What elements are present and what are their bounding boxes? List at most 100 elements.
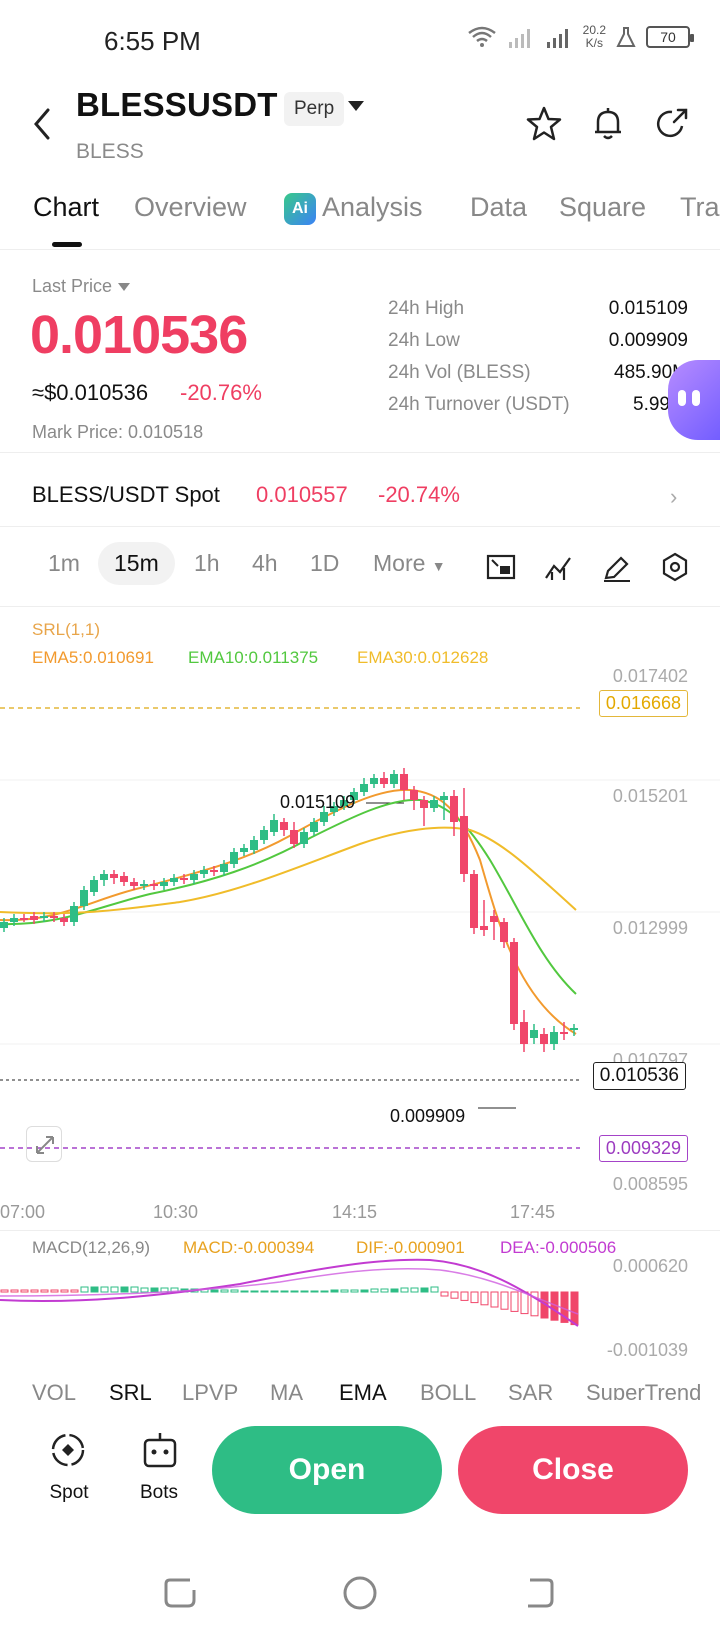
caret-down-icon: [118, 283, 131, 292]
lower-level-tag: 0.009329: [598, 1135, 688, 1162]
macd-bar: [300, 1290, 309, 1293]
mark-price: Mark Price: 0.010518: [32, 422, 204, 442]
high-marker-label: 0.015109: [280, 792, 356, 812]
symbol-dropdown-icon[interactable]: [348, 101, 364, 111]
stat-turnover-value: 5.99: [633, 394, 670, 415]
macd-bar: [520, 1291, 529, 1315]
home-icon[interactable]: [343, 1576, 377, 1610]
back-nav-icon[interactable]: [528, 1578, 554, 1608]
usd-price: ≈$0.010536: [32, 380, 149, 405]
spot-label[interactable]: Spot: [40, 1482, 98, 1504]
macd-bar: [130, 1286, 139, 1293]
stat-low-value: 0.009909: [608, 330, 688, 351]
tab-trade[interactable]: Tra: [680, 192, 720, 223]
indicator-strip: VOL SRL LPVP MA EMA BOLL SAR SuperTrend: [0, 1366, 720, 1400]
bots-icon[interactable]: [140, 1430, 180, 1470]
system-nav-bar: [164, 1576, 554, 1610]
recents-icon[interactable]: [164, 1578, 196, 1608]
last-price-label[interactable]: Last Price: [32, 276, 131, 297]
x-tick: 17:45: [510, 1202, 556, 1222]
macd-bar: [510, 1291, 519, 1312]
candle: [520, 1010, 528, 1052]
open-button[interactable]: Open: [212, 1426, 442, 1514]
fullscreen-chart-icon[interactable]: [486, 554, 516, 582]
back-arrow-icon[interactable]: [28, 104, 58, 144]
macd-bar: [400, 1287, 409, 1293]
tf-4h[interactable]: 4h: [252, 550, 278, 577]
ind-vol[interactable]: VOL: [32, 1380, 76, 1400]
macd-bar: [20, 1289, 29, 1293]
macd-bar: [390, 1288, 399, 1293]
signal-icon-1: [508, 29, 530, 48]
candle: [240, 844, 248, 856]
macd-bar: [0, 1289, 9, 1293]
symbol-title[interactable]: BLESSUSDT: [76, 86, 278, 124]
tf-15m[interactable]: 15m: [98, 542, 175, 585]
candle: [300, 828, 308, 848]
spot-icon[interactable]: [48, 1430, 88, 1470]
tab-overview[interactable]: Overview: [134, 192, 247, 223]
star-icon[interactable]: [524, 104, 564, 144]
ind-ema[interactable]: EMA: [339, 1380, 387, 1400]
price-change: -20.76%: [180, 380, 262, 405]
macd-bar: [270, 1290, 279, 1293]
spot-pair-label[interactable]: BLESS/USDT Spot: [32, 482, 220, 508]
ind-lpvp[interactable]: LPVP: [182, 1380, 238, 1400]
tab-chart[interactable]: Chart: [33, 192, 99, 223]
indicator-icon[interactable]: [544, 554, 574, 582]
candle: [370, 774, 378, 788]
tab-square[interactable]: Square: [559, 192, 646, 223]
x-tick: 10:30: [153, 1202, 199, 1222]
ind-supertrend[interactable]: SuperTrend: [586, 1380, 701, 1400]
tf-more[interactable]: More ▼: [373, 550, 446, 577]
expand-chart-button[interactable]: [26, 1126, 62, 1162]
macd-bar: [260, 1290, 269, 1293]
candle: [550, 1026, 558, 1050]
macd-bar: [350, 1289, 359, 1293]
divider: [0, 526, 720, 527]
tab-analysis[interactable]: Ai Analysis: [284, 192, 423, 225]
candle: [230, 848, 238, 868]
tab-data[interactable]: Data: [470, 192, 527, 223]
perp-badge[interactable]: Perp: [284, 92, 345, 126]
chevron-right-icon[interactable]: ›: [670, 484, 677, 510]
tf-1m[interactable]: 1m: [48, 550, 80, 577]
tab-bar: Chart Overview Ai Analysis Data Square Tr…: [0, 174, 720, 250]
bell-icon[interactable]: [588, 104, 628, 144]
macd-bar: [50, 1289, 59, 1293]
srl-label: SRL(1,1): [32, 620, 101, 639]
macd-bar: [330, 1289, 339, 1293]
assistant-bubble[interactable]: [668, 360, 720, 440]
candle: [570, 1024, 578, 1036]
candle: [480, 900, 488, 936]
macd-title: MACD(12,26,9): [32, 1238, 151, 1257]
ind-ma[interactable]: MA: [270, 1380, 303, 1400]
dif-value: DIF:-0.000901: [356, 1238, 465, 1257]
bots-label[interactable]: Bots: [130, 1482, 188, 1504]
macd-bar: [70, 1289, 79, 1293]
macd-bar: [150, 1287, 159, 1293]
macd-bar: [380, 1288, 389, 1293]
tf-1d[interactable]: 1D: [310, 550, 339, 577]
candle: [270, 814, 278, 836]
macd-bar: [570, 1291, 579, 1326]
ind-sar[interactable]: SAR: [508, 1380, 553, 1400]
settings-gear-icon[interactable]: [660, 552, 690, 582]
upper-level-tag: 0.016668: [598, 690, 688, 717]
macd-bar: [110, 1286, 119, 1293]
ind-boll[interactable]: BOLL: [420, 1380, 476, 1400]
divider: [0, 452, 720, 453]
net-speed: 20.2 K/s: [582, 23, 606, 50]
ind-srl[interactable]: SRL: [109, 1380, 152, 1400]
y-tick: 0.017402: [612, 666, 688, 686]
draw-pencil-icon[interactable]: [602, 554, 632, 582]
wifi-icon: [467, 26, 496, 47]
close-button[interactable]: Close: [458, 1426, 688, 1514]
candle: [60, 914, 68, 926]
tf-1h[interactable]: 1h: [194, 550, 220, 577]
macd-bar: [310, 1290, 319, 1293]
candle: [90, 876, 98, 896]
macd-bar: [340, 1289, 349, 1293]
share-icon[interactable]: [652, 104, 692, 144]
candle: [530, 1024, 538, 1044]
